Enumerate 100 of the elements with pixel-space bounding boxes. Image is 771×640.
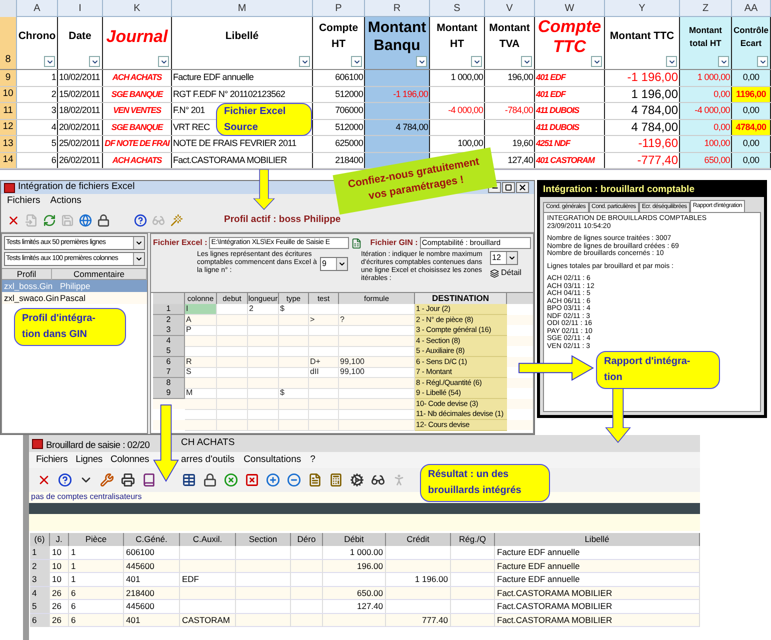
dropdown[interactable]: 9 [320, 257, 348, 271]
help-icon[interactable] [134, 214, 147, 227]
filter-button[interactable] [718, 56, 729, 67]
row-number: 13 [2, 136, 14, 151]
remove-icon[interactable] [287, 473, 301, 487]
table-cell: 10 [50, 573, 69, 586]
row-header[interactable]: 4 [30, 586, 50, 600]
table-cell: 0,00 [732, 103, 771, 118]
row-header[interactable]: 4 [153, 336, 185, 346]
menu-item[interactable]: Actions [50, 194, 82, 209]
filter-button[interactable] [757, 56, 768, 67]
menu-item[interactable]: arres d'outils [181, 452, 235, 468]
menu-item[interactable]: Consultations [244, 452, 302, 468]
table-cell: 10 [50, 546, 69, 559]
filter-button[interactable] [89, 56, 100, 67]
close-icon [518, 183, 527, 192]
close-icon[interactable] [37, 473, 51, 487]
row-header[interactable]: 2 [153, 314, 185, 326]
table-cell: 411 DUBOIS [535, 120, 605, 135]
book-icon[interactable] [142, 473, 156, 487]
filter-button[interactable] [471, 56, 482, 67]
menu-item[interactable]: ? [310, 452, 316, 468]
row-header[interactable]: 9 [153, 388, 185, 399]
row-header[interactable]: 6 [153, 356, 185, 368]
table-cell: Fact.CASTORAMA MOBILIER [495, 600, 700, 613]
table-cell: EDF [180, 573, 236, 586]
row-header[interactable]: 2 [30, 560, 50, 572]
add-icon[interactable] [266, 473, 280, 487]
lock-icon[interactable] [97, 214, 110, 227]
menu-item[interactable]: Fichiers [7, 194, 40, 209]
row-header[interactable]: 1 [30, 546, 50, 559]
table-cell: Fact.CASTORAMA MOBILIER [172, 152, 313, 168]
menu-item[interactable]: Lignes [76, 452, 102, 468]
filter-button[interactable] [158, 56, 169, 67]
dropdown[interactable]: 12 [490, 251, 518, 265]
row-header[interactable]: 3 [153, 325, 185, 336]
table-cell: -4 000,00 [680, 103, 732, 118]
refresh-icon[interactable] [43, 214, 56, 227]
filter-button[interactable] [521, 56, 532, 67]
window-title: CH ACHATS [181, 436, 235, 450]
filter-button[interactable] [416, 56, 427, 67]
caret-icon [418, 58, 426, 66]
table-cell: RGT F.EDF N° 201102123562 [172, 86, 313, 102]
caret-icon [338, 260, 346, 268]
menu-item[interactable]: Colonnes [110, 452, 149, 468]
filter-button[interactable] [666, 56, 677, 67]
callout: Résultat : un des brouillards intégrés [420, 464, 550, 502]
caret-icon [592, 58, 600, 66]
table-cell: 26/02/2011 [58, 152, 103, 168]
table-cell: NOTE DE FRAIS FEVRIER 2011 [172, 136, 313, 152]
filter-button[interactable] [351, 56, 362, 67]
table-cell: 401 [124, 614, 180, 626]
table-cell: 1 000,00 [680, 70, 732, 86]
lock-icon[interactable] [203, 473, 217, 487]
table-cell: 4251 NDF [535, 136, 605, 152]
printer-icon[interactable] [121, 473, 135, 487]
row-number: 14 [2, 153, 14, 168]
wrench-icon[interactable] [100, 473, 114, 487]
document-icon[interactable] [308, 473, 322, 487]
filter-button[interactable] [44, 56, 55, 67]
column-header: Compte HT [318, 21, 360, 52]
help-icon[interactable] [58, 473, 72, 487]
delete-icon[interactable] [224, 473, 238, 487]
column-header: Montant TTC [610, 29, 674, 44]
row-header[interactable]: 8 [153, 378, 185, 388]
caret-icon [758, 58, 766, 66]
callout: Profil d'intégra- tion dans GIN [14, 308, 126, 346]
grid-cell: I [185, 304, 217, 315]
close-button[interactable] [516, 182, 529, 193]
maximize-button[interactable] [502, 182, 515, 193]
table-cell: 1 [69, 546, 124, 559]
row-header[interactable]: 5 [30, 600, 50, 613]
wand-icon[interactable] [170, 214, 183, 227]
arrow [253, 169, 275, 210]
table-icon[interactable] [182, 473, 196, 487]
row-header[interactable]: 1 [153, 304, 185, 315]
detail-button[interactable]: Détail [490, 268, 522, 278]
column-header: Compte TTC [536, 17, 602, 57]
row-header[interactable]: 3 [30, 573, 50, 586]
table-cell: 6 [69, 600, 124, 613]
callout: Rapport d'intégra- tion [596, 351, 720, 389]
row-header[interactable]: 6 [30, 614, 50, 626]
close-icon[interactable] [7, 214, 20, 227]
filter-button[interactable] [299, 56, 310, 67]
glasses-icon[interactable] [371, 473, 385, 487]
cancel-icon[interactable] [245, 473, 259, 487]
settings-icon[interactable] [350, 473, 364, 487]
globe-icon[interactable] [79, 214, 92, 227]
calculator-icon[interactable] [329, 473, 343, 487]
caret-icon [472, 58, 480, 66]
row-header[interactable]: 7 [153, 367, 185, 378]
profile-row[interactable]: zxl_swaco.Gin Pascal [2, 292, 147, 304]
table-cell: 401 EDF [535, 70, 605, 86]
profile-name: zxl_swaco.Gin [3, 292, 58, 304]
column-header: Montant total HT [688, 24, 724, 50]
row-header[interactable]: 5 [153, 346, 185, 357]
spreadsheet-icon[interactable] [351, 238, 362, 248]
table-cell: 1 196.00 [386, 573, 451, 586]
menu-item[interactable]: Fichiers [36, 452, 68, 468]
filter-button[interactable] [591, 56, 602, 67]
